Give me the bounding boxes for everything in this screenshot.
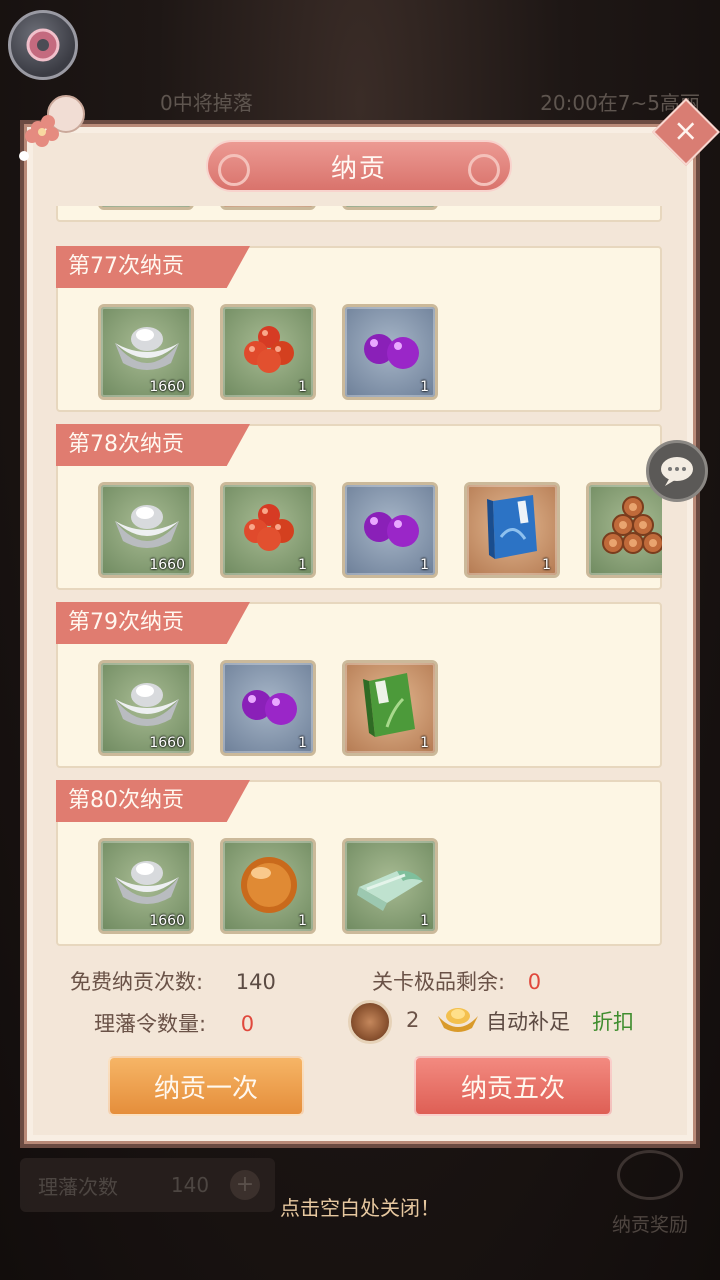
reward-item[interactable] (586, 482, 662, 578)
marquee-bar: 0中将掉落 20:00在7~5高丽 (150, 84, 710, 118)
section-label: 第79次纳贡 (56, 602, 250, 644)
reward-item[interactable]: 1 (342, 838, 438, 934)
reward-item[interactable]: 1660 (98, 304, 194, 400)
token-count: 理藩令数量: 0 (94, 1008, 254, 1038)
reward-item[interactable]: 1 (220, 206, 316, 210)
section-label: 第77次纳贡 (56, 246, 250, 288)
reward-item[interactable]: 1660 (98, 838, 194, 934)
tribute-five-button[interactable]: 纳贡五次 (414, 1056, 612, 1116)
chat-button[interactable] (646, 440, 708, 502)
reward-item[interactable]: 1 (342, 206, 438, 210)
item-count: 1 (298, 913, 307, 929)
modal-footer: 免费纳贡次数: 140 关卡极品剩余: 0 理藩令数量: 0 2 自动补足 折扣… (24, 950, 696, 1144)
item-count: 1 (420, 913, 429, 929)
settings-button[interactable] (8, 10, 78, 80)
item-count: 1660 (149, 379, 185, 395)
marquee-left-text: 0中将掉落 (160, 90, 253, 115)
rare-remaining-label: 关卡极品剩余: (372, 970, 506, 994)
token-count-label: 理藩令数量: (94, 1012, 207, 1036)
reward-item[interactable]: 1 (220, 482, 316, 578)
reward-item-row: 1660 1 1 (98, 838, 438, 934)
reward-item[interactable]: 1660 (98, 660, 194, 756)
free-tribute-value: 140 (235, 970, 276, 994)
token-count-value: 0 (240, 1012, 255, 1036)
item-count: 1 (298, 557, 307, 573)
item-count: 1 (542, 557, 551, 573)
item-count: 1 (298, 379, 307, 395)
discount-link[interactable]: 折扣 (592, 1006, 634, 1036)
flower-decoration-icon (19, 95, 85, 161)
reward-item[interactable]: 1 (342, 304, 438, 400)
modal-title: 纳贡 (330, 153, 387, 184)
item-count: 1660 (149, 735, 185, 751)
chat-icon (661, 457, 693, 486)
item-count: 1 (298, 735, 307, 751)
reward-item[interactable]: 1 (220, 838, 316, 934)
modal-title-banner: 纳贡 (206, 140, 512, 192)
rare-remaining-value: 0 (527, 970, 542, 994)
item-count: 1 (420, 557, 429, 573)
token-coin-icon (348, 1000, 392, 1044)
close-icon: × (673, 113, 699, 149)
tribute-section: 第78次纳贡 1660 1 1 1 (56, 424, 662, 590)
reward-item[interactable]: 1660 (98, 206, 194, 210)
close-hint-text[interactable]: 点击空白处关闭！ (0, 1192, 720, 1221)
reward-item[interactable]: 1 (342, 660, 438, 756)
reward-item[interactable]: 1660 (98, 482, 194, 578)
item-count: 1 (420, 379, 429, 395)
gold-ingot-icon (438, 1008, 478, 1032)
reward-item[interactable]: 1 (464, 482, 560, 578)
section-label: 第80次纳贡 (56, 780, 250, 822)
tribute-section: 第79次纳贡 1660 1 1 (56, 602, 662, 768)
gear-icon (26, 28, 60, 62)
tribute-once-button[interactable]: 纳贡一次 (108, 1056, 304, 1116)
tribute-section: 第80次纳贡 1660 1 1 (56, 780, 662, 946)
coin-count: 2 (406, 1008, 420, 1032)
reward-item-row: 1660 1 1 (98, 660, 438, 756)
tribute-section: 第77次纳贡 1660 1 1 (56, 246, 662, 412)
auto-fill-toggle[interactable]: 自动补足 (486, 1006, 570, 1036)
reward-item[interactable]: 1 (220, 304, 316, 400)
reward-item-row: 1660 1 1 (98, 304, 438, 400)
item-count: 1660 (149, 557, 185, 573)
free-tribute-count: 免费纳贡次数: 140 (70, 966, 276, 996)
reward-item[interactable]: 1 (220, 660, 316, 756)
tribute-list[interactable]: 1660 1 1 第77次纳贡166011第78次纳贡1660111第79次纳贡… (56, 206, 662, 948)
free-tribute-label: 免费纳贡次数: (70, 970, 204, 994)
tribute-section-partial: 1660 1 1 (56, 206, 662, 222)
reward-item-row: 1660 1 1 1 (98, 482, 662, 578)
section-label: 第78次纳贡 (56, 424, 250, 466)
item-count: 1660 (149, 913, 185, 929)
reward-item[interactable]: 1 (342, 482, 438, 578)
rare-remaining: 关卡极品剩余: 0 (372, 966, 541, 996)
item-count: 1 (420, 735, 429, 751)
